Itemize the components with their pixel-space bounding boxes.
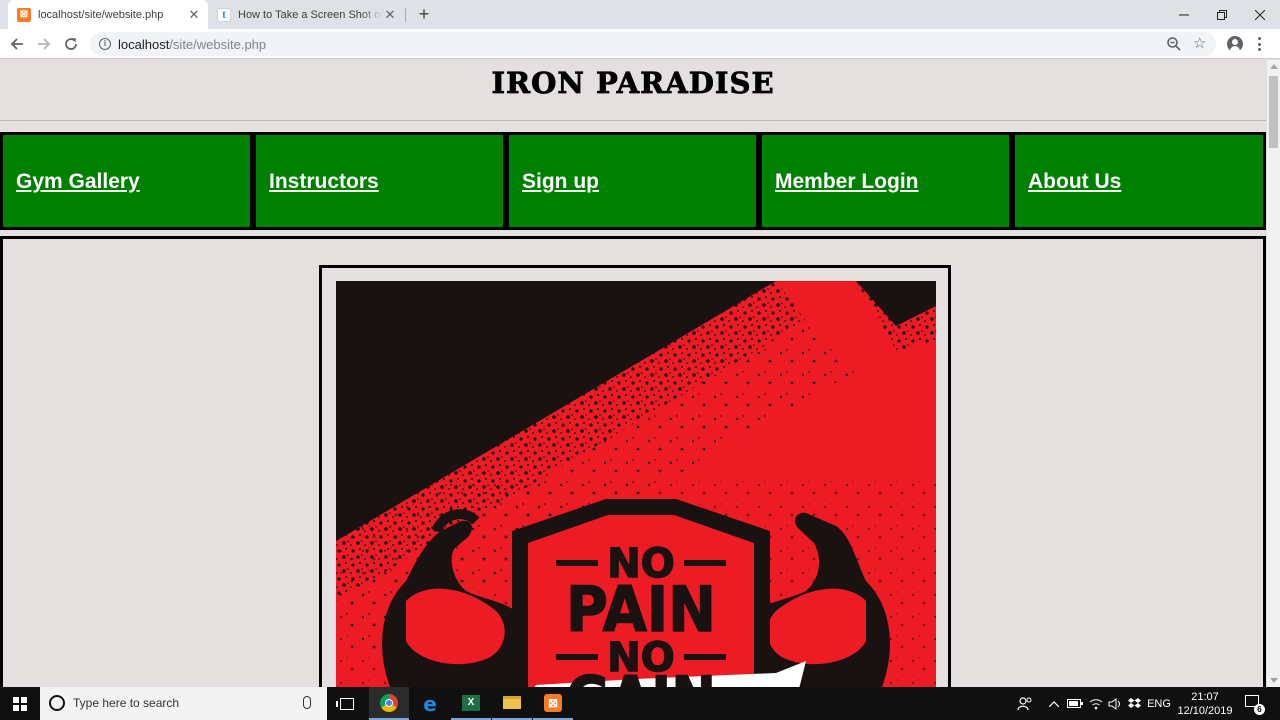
task-view-button[interactable]	[327, 687, 367, 720]
dropbox-icon[interactable]	[1126, 687, 1142, 720]
nav-item-sign-up[interactable]: Sign up	[506, 132, 759, 230]
info-icon[interactable]: i	[99, 38, 111, 50]
address-bar[interactable]: i localhost/site/website.php ☆	[90, 32, 1216, 56]
reload-icon	[65, 38, 77, 50]
main-nav: Gym Gallery Instructors Sign up Member L…	[0, 132, 1266, 230]
wifi-icon[interactable]	[1087, 687, 1105, 720]
reload-button[interactable]	[61, 34, 81, 54]
site-title: IRON PARADISE	[491, 66, 775, 101]
chrome-icon	[380, 693, 398, 712]
profile-avatar-icon[interactable]	[1227, 36, 1243, 52]
taskbar-clock[interactable]: 21:07 12/10/2019	[1172, 690, 1238, 718]
tab-strip: ⊠ localhost/site/website.php ✕ t How to …	[0, 0, 1280, 29]
close-tab-icon[interactable]: ✕	[382, 7, 398, 23]
scroll-down-arrow-icon[interactable]	[1270, 678, 1278, 683]
close-window-button[interactable]	[1241, 0, 1279, 29]
taskbar-file-explorer[interactable]	[492, 687, 532, 720]
show-hidden-icons-chevron-icon[interactable]	[1046, 687, 1062, 720]
poster-slogan-gain: GAIN	[566, 663, 716, 687]
scrollbar-thumb[interactable]	[1269, 76, 1278, 148]
bookmark-star-icon[interactable]: ☆	[1193, 34, 1206, 52]
url-text[interactable]: localhost/site/website.php	[118, 37, 266, 52]
nav-item-instructors[interactable]: Instructors	[253, 132, 506, 230]
nav-link-instructors[interactable]: Instructors	[269, 170, 379, 194]
windows-taskbar: Type here to search e X ⊠ ENG 21:07 12/1…	[0, 687, 1280, 720]
taskbar-chrome[interactable]	[369, 687, 409, 720]
people-icon[interactable]	[1014, 687, 1036, 720]
taskbar-xampp[interactable]: ⊠	[533, 687, 573, 720]
notification-count-badge: 6	[1254, 704, 1265, 715]
poster-graphic: NO PAIN NO GAIN	[336, 281, 936, 687]
volume-icon[interactable]	[1106, 687, 1124, 720]
nav-item-member-login[interactable]: Member Login	[759, 132, 1012, 230]
back-button[interactable]	[7, 34, 27, 54]
page-viewport: IRON PARADISE Gym Gallery Instructors Si…	[0, 60, 1266, 687]
forward-arrow-icon	[38, 38, 51, 50]
nav-link-member-login[interactable]: Member Login	[775, 170, 919, 194]
xampp-icon: ⊠	[544, 693, 562, 712]
maximize-button[interactable]	[1203, 0, 1241, 29]
folder-icon	[503, 696, 521, 709]
nav-link-gym-gallery[interactable]: Gym Gallery	[16, 170, 140, 194]
tab-screenshot-article[interactable]: t How to Take a Screen Shot on a W ✕	[208, 0, 404, 29]
tab-divider	[405, 8, 406, 22]
taskbar-search-box[interactable]: Type here to search	[40, 687, 327, 720]
xampp-icon: ⊠	[17, 7, 31, 22]
zoom-icon[interactable]	[1166, 36, 1182, 52]
page-scrollbar[interactable]	[1266, 60, 1280, 687]
poster-frame: NO PAIN NO GAIN	[319, 265, 951, 687]
gallery-section: NO PAIN NO GAIN	[0, 236, 1266, 687]
nav-item-about-us[interactable]: About Us	[1012, 132, 1266, 230]
close-icon	[1255, 9, 1265, 20]
nav-link-about-us[interactable]: About Us	[1028, 170, 1121, 194]
cortana-icon	[49, 695, 65, 711]
close-tab-icon[interactable]: ✕	[186, 7, 202, 23]
excel-icon: X	[462, 694, 480, 711]
battery-icon[interactable]	[1066, 687, 1084, 720]
minimize-button[interactable]	[1165, 0, 1203, 29]
clock-time: 21:07	[1191, 691, 1219, 703]
forward-button[interactable]	[34, 34, 54, 54]
nav-item-gym-gallery[interactable]: Gym Gallery	[0, 132, 253, 230]
no-pain-no-gain-poster: NO PAIN NO GAIN	[336, 281, 936, 687]
clock-date: 12/10/2019	[1177, 705, 1233, 717]
microphone-icon[interactable]	[303, 696, 311, 709]
scroll-up-arrow-icon[interactable]	[1270, 64, 1278, 69]
task-view-icon	[336, 697, 354, 710]
taskbar-edge[interactable]: e	[410, 687, 450, 720]
tab-title: How to Take a Screen Shot on a W	[238, 8, 382, 21]
new-tab-button[interactable]: +	[414, 4, 434, 24]
search-placeholder: Type here to search	[73, 696, 180, 710]
tab-title: localhost/site/website.php	[38, 8, 164, 21]
browser-menu-icon[interactable]	[1258, 37, 1262, 51]
back-arrow-icon	[10, 38, 23, 50]
tab-website[interactable]: ⊠ localhost/site/website.php ✕	[8, 0, 208, 29]
edge-icon: e	[423, 691, 437, 716]
taskbar-excel[interactable]: X	[451, 687, 491, 720]
windows-logo-icon	[13, 696, 27, 711]
start-button[interactable]	[0, 687, 40, 720]
language-indicator[interactable]: ENG	[1146, 687, 1172, 720]
browser-toolbar: i localhost/site/website.php ☆	[0, 29, 1280, 59]
tumblr-icon: t	[217, 7, 231, 22]
header-divider	[0, 120, 1266, 121]
restore-icon	[1217, 9, 1227, 20]
nav-link-sign-up[interactable]: Sign up	[522, 170, 599, 194]
minimize-icon	[1179, 14, 1189, 15]
